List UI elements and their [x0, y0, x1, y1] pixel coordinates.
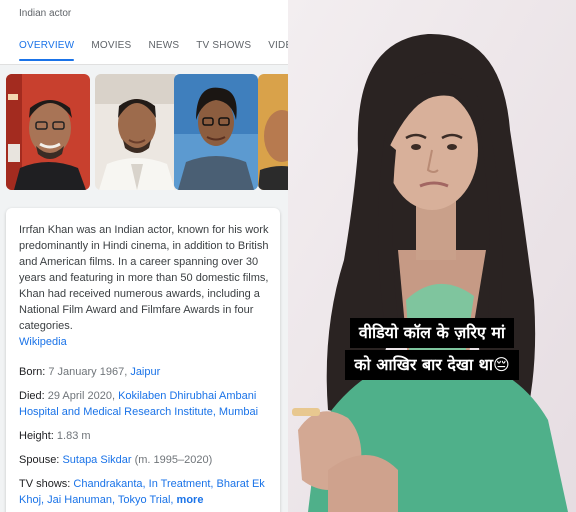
wikipedia-link[interactable]: Wikipedia [19, 334, 271, 350]
tab-news[interactable]: NEWS [148, 40, 179, 61]
fact-value: 1.83 m [56, 430, 91, 442]
tab-bar: OVERVIEW MOVIES NEWS TV SHOWS VIDEO [19, 40, 288, 61]
caption-text-1: वीडियो कॉल के ज़रिए मां [349, 318, 515, 348]
fact-label: Died: [19, 390, 45, 402]
info-card: Irrfan Khan was an Indian actor, known f… [6, 208, 280, 512]
woman-video-still [288, 0, 576, 512]
fact-value: (m. 1995–2020) [134, 454, 213, 466]
fact-died: Died: 29 April 2020, Kokilaben Dhirubhai… [19, 388, 271, 420]
fact-value: 29 April 2020, [47, 390, 116, 402]
birthplace-link[interactable]: Jaipur [130, 366, 160, 378]
tab-overview[interactable]: OVERVIEW [19, 40, 75, 61]
fact-born: Born: 7 January 1967, Jaipur [19, 364, 271, 380]
fact-value: 7 January 1967, [48, 366, 128, 378]
tab-tv-shows[interactable]: TV SHOWS [196, 40, 251, 61]
video-frame: वीडियो कॉल के ज़रिए मां को आखिर बार देखा… [288, 0, 576, 512]
actor-photo-3[interactable] [174, 74, 258, 190]
fact-label: Spouse: [19, 454, 60, 466]
tab-movies[interactable]: MOVIES [91, 40, 131, 61]
fact-tv-shows: TV shows: Chandrakanta, In Treatment, Bh… [19, 476, 271, 508]
fact-label: TV shows: [19, 478, 71, 490]
knowledge-panel: Indian actor OVERVIEW MOVIES NEWS TV SHO… [0, 0, 288, 512]
more-link[interactable]: more [177, 494, 204, 506]
caption-text-2: को आखिर बार देखा था😔 [345, 350, 519, 380]
spouse-link[interactable]: Sutapa Sikdar [62, 454, 131, 466]
knowledge-panel-header: Indian actor OVERVIEW MOVIES NEWS TV SHO… [0, 0, 288, 65]
actor-photo-2[interactable] [95, 74, 179, 190]
description-text: Irrfan Khan was an Indian actor, known f… [19, 224, 269, 332]
actor-photo-4[interactable] [258, 74, 288, 190]
fact-label: Born: [19, 366, 46, 378]
fact-label: Height: [19, 430, 54, 442]
entity-description: Irrfan Khan was an Indian actor, known f… [19, 222, 271, 350]
entity-subtitle: Indian actor [19, 8, 72, 19]
caption-line-2: को आखिर बार देखा था😔 [288, 350, 576, 380]
fact-height: Height: 1.83 m [19, 428, 271, 444]
caption-line-1: वीडियो कॉल के ज़रिए मां [288, 318, 576, 348]
actor-photo-1[interactable] [6, 74, 90, 190]
fact-spouse: Spouse: Sutapa Sikdar (m. 1995–2020) [19, 452, 271, 468]
image-carousel [6, 74, 288, 190]
tab-videos[interactable]: VIDEO [268, 40, 288, 61]
